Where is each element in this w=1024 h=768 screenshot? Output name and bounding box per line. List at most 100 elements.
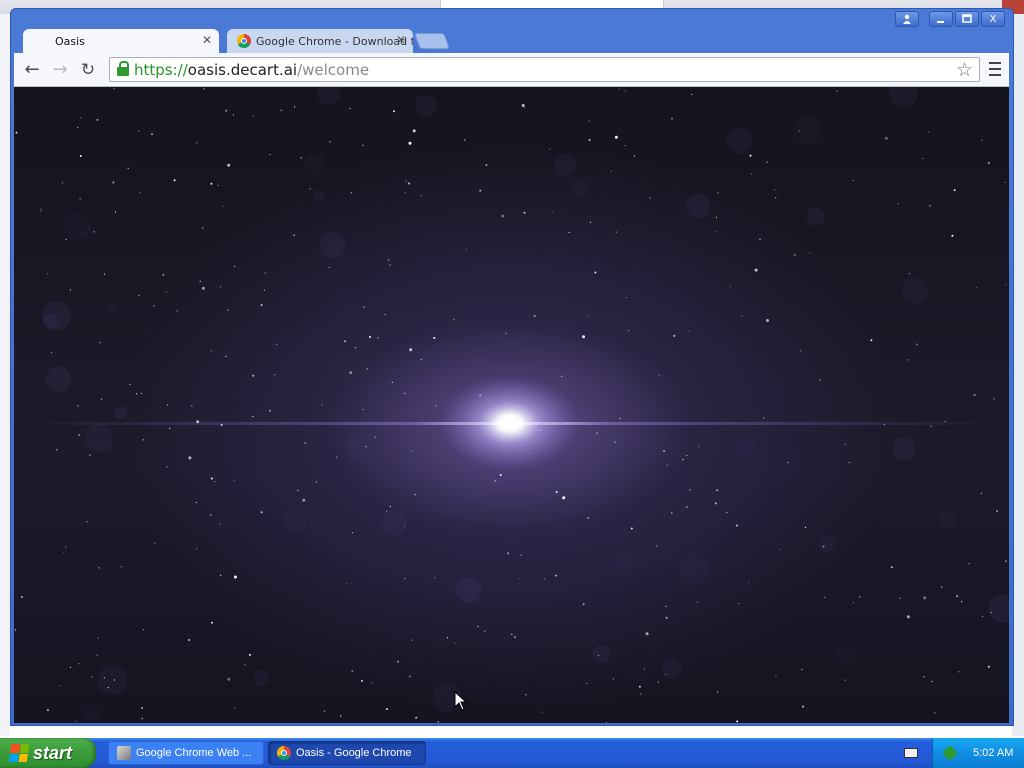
star: [714, 502, 717, 505]
star: [362, 144, 364, 146]
star: [302, 498, 306, 502]
star: [309, 188, 311, 190]
chrome-favicon-icon: [237, 34, 251, 48]
star: [321, 404, 323, 406]
star: [165, 291, 167, 293]
star: [69, 666, 72, 668]
central-star: [501, 416, 519, 430]
star: [40, 208, 42, 210]
star: [166, 404, 169, 406]
lock-icon[interactable]: [117, 60, 129, 76]
star: [906, 615, 910, 619]
close-tab-icon[interactable]: ✕: [201, 34, 213, 46]
star: [930, 425, 932, 427]
reload-button[interactable]: ↻: [78, 61, 98, 79]
star: [715, 216, 718, 218]
star: [688, 330, 691, 332]
dust-particle: [686, 193, 711, 218]
chrome-menu-icon[interactable]: [989, 62, 1001, 76]
star: [465, 249, 468, 251]
minimize-button[interactable]: [929, 11, 953, 27]
star: [605, 722, 607, 723]
close-window-button[interactable]: X: [981, 11, 1005, 27]
star: [956, 595, 959, 598]
network-icon[interactable]: [942, 745, 958, 761]
forward-arrow-icon: →: [52, 59, 68, 80]
star: [219, 286, 222, 288]
star: [844, 679, 846, 681]
taskbar-item-oasis-chrome[interactable]: Oasis - Google Chrome: [268, 741, 426, 765]
star: [541, 711, 543, 713]
star: [420, 195, 422, 197]
star: [513, 636, 516, 639]
star: [409, 348, 413, 352]
star: [464, 139, 466, 141]
star: [349, 371, 353, 375]
profile-button[interactable]: [895, 11, 919, 27]
star: [890, 566, 893, 569]
star: [363, 306, 365, 308]
page-viewport[interactable]: [14, 87, 1009, 723]
star: [698, 446, 700, 448]
star: [55, 448, 58, 451]
star: [751, 173, 753, 175]
star: [624, 90, 626, 92]
star: [346, 583, 348, 585]
star: [404, 392, 406, 394]
close-tab-icon[interactable]: ✕: [395, 34, 407, 46]
star: [484, 630, 486, 632]
star: [141, 707, 144, 710]
star: [923, 676, 925, 678]
start-button[interactable]: start: [0, 738, 96, 768]
system-tray: 5:02 AM: [932, 738, 1024, 768]
star: [953, 189, 956, 192]
star: [638, 685, 641, 688]
back-arrow-icon: ←: [24, 59, 40, 80]
star: [543, 578, 545, 580]
star: [588, 138, 591, 141]
star: [587, 516, 590, 519]
star: [300, 157, 302, 159]
taskbar-item-chrome-installer[interactable]: Google Chrome Web ...: [108, 741, 264, 765]
tab-chrome-download[interactable]: Google Chrome - Download t ✕: [227, 29, 413, 53]
star: [65, 238, 67, 240]
star: [477, 625, 479, 628]
keyboard-icon[interactable]: [904, 748, 918, 758]
star: [987, 161, 990, 164]
forward-button[interactable]: →: [50, 61, 70, 79]
star: [411, 450, 413, 452]
star: [420, 358, 422, 361]
star: [98, 567, 100, 569]
star: [211, 621, 213, 624]
star: [136, 393, 138, 395]
star: [852, 180, 854, 182]
star: [65, 546, 67, 548]
tab-strip: Oasis ✕ Google Chrome - Download t ✕ X: [11, 9, 1013, 53]
star: [643, 668, 646, 670]
maximize-button[interactable]: [955, 11, 979, 27]
star: [673, 334, 676, 337]
dust-particle: [414, 94, 437, 117]
new-tab-button[interactable]: [414, 33, 450, 49]
star: [645, 632, 649, 636]
star: [188, 639, 191, 641]
back-button[interactable]: ←: [22, 61, 42, 79]
star: [225, 109, 228, 112]
star: [447, 637, 449, 639]
bookmark-star-icon[interactable]: ☆: [956, 59, 973, 81]
star: [260, 304, 263, 307]
star: [433, 336, 436, 339]
star: [329, 141, 331, 143]
tab-oasis[interactable]: Oasis ✕: [23, 29, 219, 53]
star: [996, 510, 998, 513]
star: [975, 287, 977, 289]
star: [787, 461, 789, 464]
dust-particle: [616, 551, 634, 569]
star: [897, 203, 899, 205]
star: [802, 705, 805, 708]
clock[interactable]: 5:02 AM: [973, 747, 1013, 759]
star: [588, 120, 590, 122]
star: [741, 315, 743, 317]
star: [384, 313, 386, 316]
address-bar[interactable]: https:// oasis.decart.ai /welcome ☆: [109, 57, 980, 82]
